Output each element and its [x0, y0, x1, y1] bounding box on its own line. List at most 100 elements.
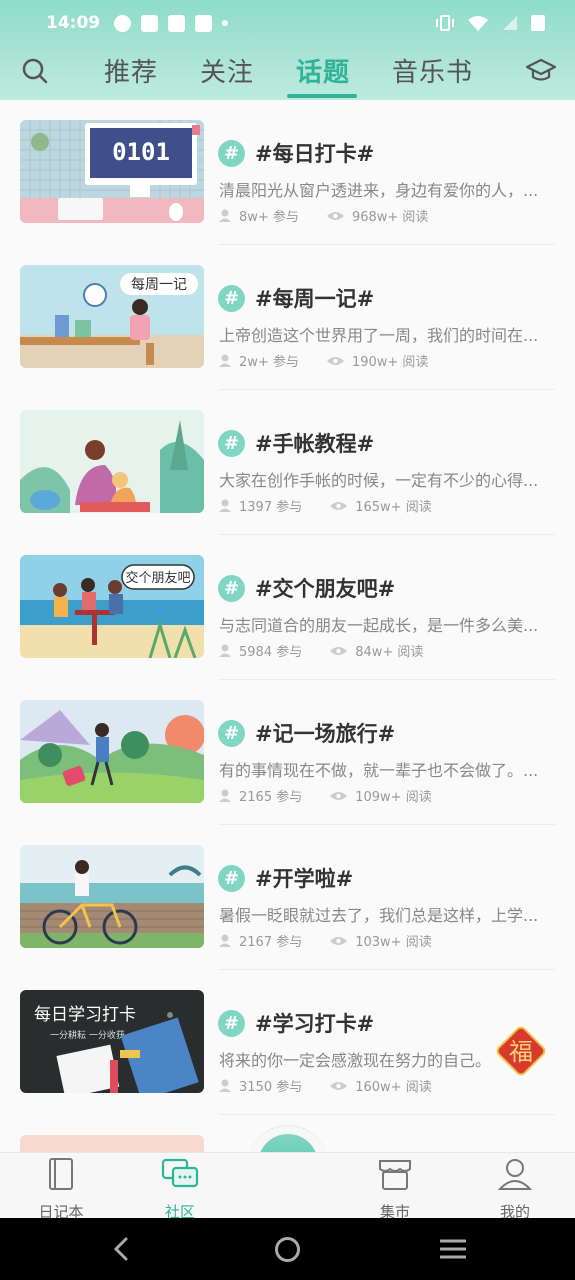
notification-icon — [114, 14, 132, 32]
topic-thumbnail-partial — [20, 1135, 204, 1152]
topic-meta: 5984 参与 84w+ 阅读 — [219, 641, 423, 660]
recents-icon[interactable] — [440, 1238, 466, 1260]
person-icon — [219, 934, 231, 947]
topic-meta: 1397 参与 165w+ 阅读 — [219, 496, 432, 515]
topic-thumbnail — [20, 410, 204, 513]
tab-music-book[interactable]: 音乐书 — [392, 52, 473, 89]
back-icon[interactable] — [110, 1236, 132, 1262]
mail-icon-2 — [168, 14, 186, 32]
topic-title: #每周一记# — [255, 287, 375, 311]
graduation-cap-icon[interactable] — [525, 56, 557, 86]
topic-title: #交个朋友吧# — [255, 577, 396, 601]
tab-market[interactable]: 集市 — [355, 1157, 435, 1222]
person-icon — [219, 1079, 231, 1092]
person-icon — [219, 789, 231, 802]
topic-item-make-friends[interactable]: 交个朋友吧 # #交个朋友吧# 与志同道合的朋友一起成长，是一件多么美... 5… — [0, 535, 575, 680]
topic-title: #记一场旅行# — [255, 722, 396, 746]
status-bar: 14:09 — [0, 0, 575, 46]
read-count: 84w+ 阅读 — [355, 645, 424, 660]
notebook-icon — [49, 1158, 73, 1190]
topic-title: #手帐教程# — [255, 432, 375, 456]
read-count: 165w+ 阅读 — [355, 500, 432, 515]
read-count: 190w+ 阅读 — [351, 355, 429, 370]
topic-description: 暑假一眨眼就过去了，我们总是这样，上学... — [219, 906, 539, 925]
topic-item-daily-checkin[interactable]: 0101 # #每日打卡# 清晨阳光从窗户透进来，身边有爱你的人，... 8w+… — [0, 100, 575, 245]
eye-icon — [326, 211, 344, 220]
hashtag-icon: # — [218, 575, 245, 602]
participants-count: 2167 参与 — [239, 935, 303, 950]
mail-icon — [141, 14, 159, 32]
topic-title: #每日打卡# — [255, 142, 375, 166]
read-count: 968w+ 阅读 — [351, 210, 429, 225]
topic-item-study-checkin[interactable]: 每日学习打卡 一分耕耘 一分收获 # #学习打卡# 将来的你一定会感激现在努力的… — [0, 970, 575, 1115]
topic-thumbnail: 每周一记 — [20, 265, 204, 368]
topic-item-back-to-school[interactable]: # #开学啦# 暑假一眨眼就过去了，我们总是这样，上学... 2167 参与 1… — [0, 825, 575, 970]
hashtag-icon: # — [218, 865, 245, 892]
eye-icon — [330, 1081, 348, 1090]
hashtag-icon: # — [218, 140, 245, 167]
status-time: 14:09 — [46, 13, 101, 33]
signal-icon — [503, 16, 517, 30]
topic-meta: 2165 参与 109w+ 阅读 — [219, 786, 432, 805]
topic-item-weekly-note[interactable]: 每周一记 # #每周一记# 上帝创造这个世界用了一周，我们的时间在... 2w+… — [0, 245, 575, 390]
read-count: 109w+ 阅读 — [355, 790, 432, 805]
participants-count: 1397 参与 — [239, 500, 303, 515]
eye-icon — [330, 646, 348, 655]
participants-count: 8w+ 参与 — [239, 210, 299, 225]
participants-count: 2w+ 参与 — [239, 355, 299, 370]
search-icon[interactable] — [20, 56, 50, 86]
participants-count: 3150 参与 — [239, 1080, 303, 1095]
vibrate-icon — [436, 15, 454, 31]
read-count: 160w+ 阅读 — [355, 1080, 432, 1095]
topic-thumbnail: 每日学习打卡 一分耕耘 一分收获 — [20, 990, 204, 1093]
tab-diary[interactable]: 日记本 — [21, 1157, 101, 1222]
topic-meta: 8w+ 参与 968w+ 阅读 — [219, 206, 428, 225]
svg-text:每日学习打卡: 每日学习打卡 — [34, 1005, 136, 1025]
bottom-tab-bar: 日记本 社区 集市 我的 — [0, 1152, 575, 1221]
topic-description: 大家在创作手帐的时候，一定有不少的心得... — [219, 471, 539, 490]
eye-icon — [330, 501, 348, 510]
eye-icon — [326, 356, 344, 365]
topic-meta: 3150 参与 160w+ 阅读 — [219, 1076, 432, 1095]
topic-thumbnail: 0101 — [20, 120, 204, 223]
svg-text:福: 福 — [509, 1038, 533, 1066]
eye-icon — [330, 936, 348, 945]
tab-recommend[interactable]: 推荐 — [104, 52, 158, 89]
topic-item-journal-tutorial[interactable]: # #手帐教程# 大家在创作手帐的时候，一定有不少的心得... 1397 参与 … — [0, 390, 575, 535]
topic-thumbnail — [20, 700, 204, 803]
topic-meta: 2w+ 参与 190w+ 阅读 — [219, 351, 428, 370]
store-icon — [379, 1160, 411, 1190]
topic-item-trip[interactable]: # #记一场旅行# 有的事情现在不做，就一辈子也不会做了。... 2165 参与… — [0, 680, 575, 825]
person-icon — [219, 354, 231, 367]
user-icon — [497, 1159, 533, 1190]
system-navigation-bar — [0, 1218, 575, 1280]
topic-list[interactable]: 0101 # #每日打卡# 清晨阳光从窗户透进来，身边有爱你的人，... 8w+… — [0, 100, 575, 1152]
hashtag-icon: # — [218, 1010, 245, 1037]
home-icon[interactable] — [275, 1237, 300, 1262]
active-tab-indicator — [287, 94, 357, 98]
topic-title: #开学啦# — [255, 867, 354, 891]
tab-topics[interactable]: 话题 — [296, 52, 350, 89]
tab-community[interactable]: 社区 — [140, 1157, 220, 1222]
hashtag-icon: # — [218, 285, 245, 312]
fu-badge-icon[interactable]: 福 — [495, 1025, 547, 1077]
header: 14:09 推荐 关注 话题 音乐书 — [0, 0, 575, 100]
topic-thumbnail: 交个朋友吧 — [20, 555, 204, 658]
tab-mine[interactable]: 我的 — [475, 1157, 555, 1222]
hashtag-icon: # — [218, 430, 245, 457]
topic-meta: 2167 参与 103w+ 阅读 — [219, 931, 432, 950]
topic-description: 有的事情现在不做，就一辈子也不会做了。... — [219, 761, 539, 780]
more-dot-icon — [222, 20, 229, 26]
divider — [219, 1114, 555, 1115]
tab-follow[interactable]: 关注 — [200, 52, 254, 89]
hashtag-icon: # — [218, 720, 245, 747]
top-nav: 推荐 关注 话题 音乐书 — [0, 46, 575, 100]
person-icon — [219, 209, 231, 222]
battery-icon — [531, 15, 545, 31]
svg-text:每周一记: 每周一记 — [131, 277, 187, 293]
topic-description: 上帝创造这个世界用了一周，我们的时间在... — [219, 326, 539, 345]
eye-icon — [330, 791, 348, 800]
topic-description: 清晨阳光从窗户透进来，身边有爱你的人，... — [219, 181, 539, 200]
participants-count: 2165 参与 — [239, 790, 303, 805]
svg-text:交个朋友吧: 交个朋友吧 — [125, 570, 190, 586]
